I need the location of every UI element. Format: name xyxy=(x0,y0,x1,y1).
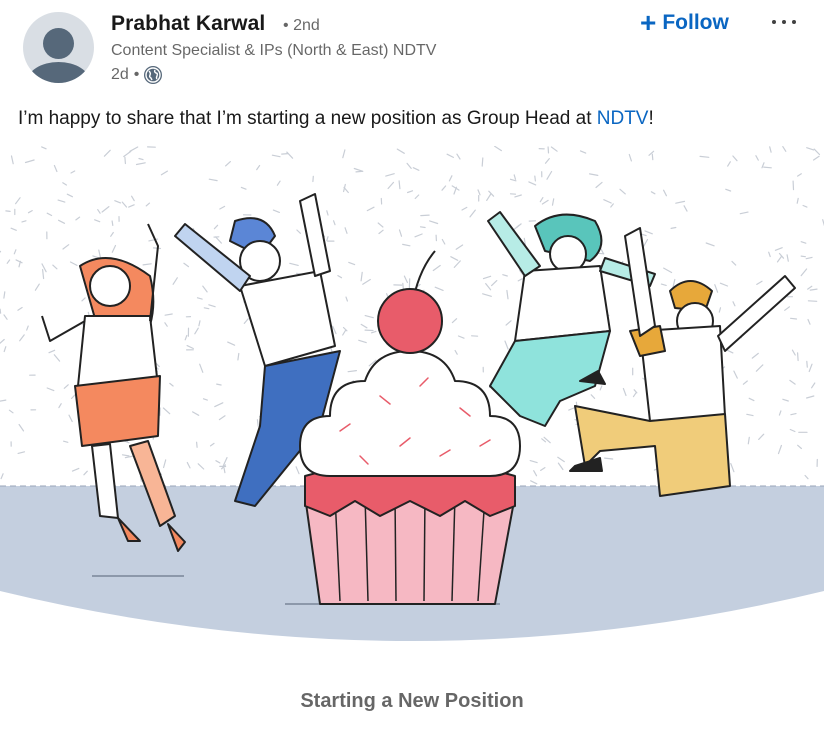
plus-icon: + xyxy=(640,7,657,38)
avatar-head xyxy=(43,28,74,59)
follow-button[interactable]: + Follow xyxy=(640,8,729,38)
company-link[interactable]: NDTV xyxy=(597,108,649,129)
globe-icon xyxy=(144,66,163,84)
person-orange-torso xyxy=(77,315,159,387)
person-orange-skirt xyxy=(74,375,161,447)
more-options-icon-dot xyxy=(792,20,796,24)
cherry xyxy=(377,288,443,354)
post-text-suffix: ! xyxy=(648,108,654,129)
degree-separator: • xyxy=(283,17,289,34)
author-name[interactable]: Prabhat Karwal xyxy=(111,12,265,36)
post-meta: 2d • xyxy=(111,65,163,85)
post-header: Prabhat Karwal • 2nd Content Specialist … xyxy=(0,0,824,96)
person-teal-torso xyxy=(514,265,611,342)
more-options-button[interactable] xyxy=(764,8,804,36)
author-headline: Content Specialist & IPs (North & East) … xyxy=(111,42,437,59)
post-text: I’m happy to share that I’m starting a n… xyxy=(18,108,654,130)
avatar-body xyxy=(27,62,90,83)
meta-separator: • xyxy=(133,66,140,83)
more-options-icon-dot xyxy=(782,20,786,24)
feed-post: Prabhat Karwal • 2nd Content Specialist … xyxy=(0,0,824,748)
celebration-illustration[interactable] xyxy=(0,146,824,658)
avatar[interactable] xyxy=(23,12,94,83)
connection-degree: • 2nd xyxy=(283,17,320,35)
follow-label: Follow xyxy=(662,11,729,34)
person-orange-head xyxy=(89,265,131,307)
degree-label: 2nd xyxy=(293,17,320,34)
more-options-icon-dot xyxy=(772,20,776,24)
post-time: 2d xyxy=(111,66,129,83)
post-text-prefix: I’m happy to share that I’m starting a n… xyxy=(18,108,597,129)
image-caption: Starting a New Position xyxy=(300,690,524,712)
